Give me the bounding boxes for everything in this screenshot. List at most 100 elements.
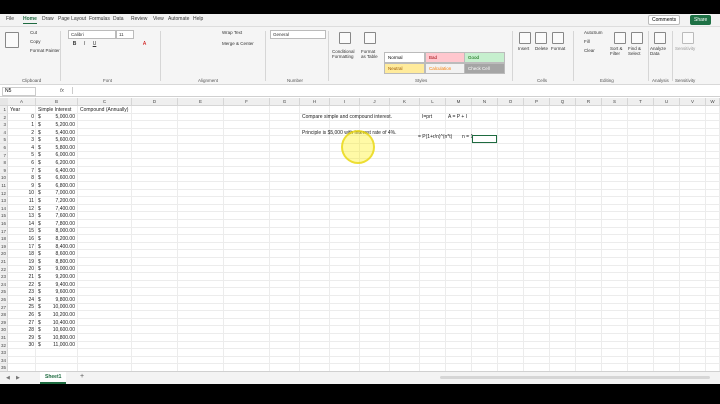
sensitivity-icon[interactable] <box>682 32 694 44</box>
row-header[interactable]: 10 <box>0 174 8 182</box>
merge-center-button[interactable]: Merge & Center <box>222 41 254 46</box>
format-as-table-button[interactable]: Format as Table <box>361 49 381 59</box>
row-header[interactable]: 14 <box>0 204 8 213</box>
row-header[interactable]: 26 <box>0 296 8 304</box>
row-header[interactable]: 15 <box>0 212 8 220</box>
paste-icon[interactable] <box>5 32 19 48</box>
style-bad[interactable]: Bad <box>425 52 466 63</box>
column-header-o[interactable]: O <box>498 98 524 106</box>
menu-tab-formulas[interactable]: Formulas <box>89 16 110 22</box>
copy-button[interactable]: Copy <box>30 39 41 44</box>
find-select-icon[interactable] <box>631 32 643 44</box>
worksheet-grid[interactable]: A B C D E F G H I J K L M N O P Q R S T U V W 1 2 3 4 5 6 7 8 9 10 11 12 13… <box>0 98 720 372</box>
column-header-f[interactable]: F <box>224 98 270 106</box>
menu-tab-help[interactable]: Help <box>193 16 203 22</box>
conditional-formatting-icon[interactable] <box>339 32 351 44</box>
row-header[interactable]: 19 <box>0 242 8 251</box>
row-header[interactable]: 22 <box>0 265 8 274</box>
sheet-nav-left-icon[interactable]: ◀ <box>6 375 10 381</box>
sort-filter-icon[interactable] <box>614 32 626 44</box>
sheet-tab-sheet1[interactable]: Sheet1 <box>40 372 67 384</box>
name-box[interactable]: N5 <box>2 87 36 96</box>
cell-simple-interest[interactable]: 11,000.00 <box>36 341 75 349</box>
column-header-l[interactable]: L <box>420 98 446 106</box>
font-color-icon[interactable]: A <box>140 41 149 47</box>
find-select-button[interactable]: Find & Select <box>628 46 648 56</box>
menu-tab-review[interactable]: Review <box>131 16 147 22</box>
conditional-formatting-button[interactable]: Conditional Formatting <box>332 49 360 59</box>
row-header[interactable]: 23 <box>0 273 8 281</box>
column-header-r[interactable]: R <box>576 98 602 106</box>
column-header-q[interactable]: Q <box>550 98 576 106</box>
row-header[interactable]: 9 <box>0 166 8 175</box>
sheet-nav-right-icon[interactable]: ▶ <box>16 375 20 381</box>
menu-tab-page-layout[interactable]: Page Layout <box>58 16 86 22</box>
clear-button[interactable]: Clear <box>584 48 595 53</box>
menu-tab-data[interactable]: Data <box>113 16 124 22</box>
style-calculation[interactable]: Calculation <box>425 63 466 74</box>
menu-tab-draw[interactable]: Draw <box>42 16 54 22</box>
row-header[interactable]: 25 <box>0 288 8 296</box>
column-header-k[interactable]: K <box>390 98 420 106</box>
row-header[interactable]: 31 <box>0 334 8 342</box>
menu-tab-home[interactable]: Home <box>23 16 37 24</box>
row-header[interactable]: 21 <box>0 258 8 266</box>
insert-button[interactable]: Insert <box>518 46 529 51</box>
row-header[interactable]: 18 <box>0 235 8 243</box>
column-header-m[interactable]: M <box>446 98 472 106</box>
column-header-e[interactable]: E <box>178 98 224 106</box>
column-header-t[interactable]: T <box>628 98 654 106</box>
column-header-u[interactable]: U <box>654 98 680 106</box>
column-header-n[interactable]: N <box>472 98 498 106</box>
row-header[interactable]: 17 <box>0 227 8 236</box>
wrap-text-button[interactable]: Wrap Text <box>222 30 242 35</box>
row-header[interactable]: 32 <box>0 341 8 350</box>
row-header[interactable]: 12 <box>0 189 8 198</box>
row-header[interactable]: 11 <box>0 182 8 190</box>
row-header[interactable]: 24 <box>0 280 8 289</box>
row-header[interactable]: 29 <box>0 318 8 327</box>
formula-input[interactable] <box>72 87 713 94</box>
row-header[interactable]: 13 <box>0 197 8 205</box>
horizontal-scrollbar[interactable] <box>440 376 710 379</box>
row-header[interactable]: 28 <box>0 311 8 319</box>
selected-cell-n5[interactable] <box>472 135 497 143</box>
column-header-s[interactable]: S <box>602 98 628 106</box>
number-format-dropdown[interactable]: General <box>270 30 326 39</box>
column-header-g[interactable]: G <box>270 98 300 106</box>
column-header-p[interactable]: P <box>524 98 550 106</box>
row-header[interactable]: 7 <box>0 151 8 160</box>
font-name-dropdown[interactable]: Calibri <box>68 30 116 39</box>
row-header[interactable]: 1 <box>0 106 8 114</box>
bold-icon[interactable]: B <box>70 41 79 47</box>
style-neutral[interactable]: Neutral <box>384 63 425 74</box>
format-button[interactable]: Format <box>551 46 565 51</box>
menu-tab-file[interactable]: File <box>6 16 14 22</box>
row-header[interactable]: 3 <box>0 121 8 129</box>
analyze-data-button[interactable]: Analyze Data <box>650 46 670 56</box>
font-size-dropdown[interactable]: 11 <box>116 30 134 39</box>
row-header[interactable]: 16 <box>0 220 8 228</box>
menu-tab-view[interactable]: View <box>153 16 164 22</box>
row-header[interactable]: 27 <box>0 303 8 312</box>
cell-year[interactable]: 30 <box>8 341 34 349</box>
autosum-button[interactable]: AutoSum <box>584 30 603 35</box>
analyze-data-icon[interactable] <box>654 32 666 44</box>
row-header[interactable]: 5 <box>0 136 8 144</box>
style-check-cell[interactable]: Check Cell <box>464 63 505 74</box>
insert-icon[interactable] <box>519 32 531 44</box>
style-normal[interactable]: Normal <box>384 52 425 63</box>
delete-button[interactable]: Delete <box>535 46 548 51</box>
row-header[interactable]: 6 <box>0 144 8 152</box>
cut-button[interactable]: Cut <box>30 30 37 35</box>
row-header[interactable]: 20 <box>0 250 8 258</box>
row-header[interactable]: 30 <box>0 326 8 334</box>
column-header-v[interactable]: V <box>680 98 706 106</box>
row-header[interactable]: 8 <box>0 159 8 167</box>
sort-filter-button[interactable]: Sort & Filter <box>610 46 630 56</box>
format-painter-button[interactable]: Format Painter <box>30 48 60 53</box>
column-header-h[interactable]: H <box>300 98 330 106</box>
row-header[interactable]: 2 <box>0 113 8 122</box>
comments-button[interactable]: Comments <box>648 15 681 25</box>
column-header-w[interactable]: W <box>706 98 720 106</box>
